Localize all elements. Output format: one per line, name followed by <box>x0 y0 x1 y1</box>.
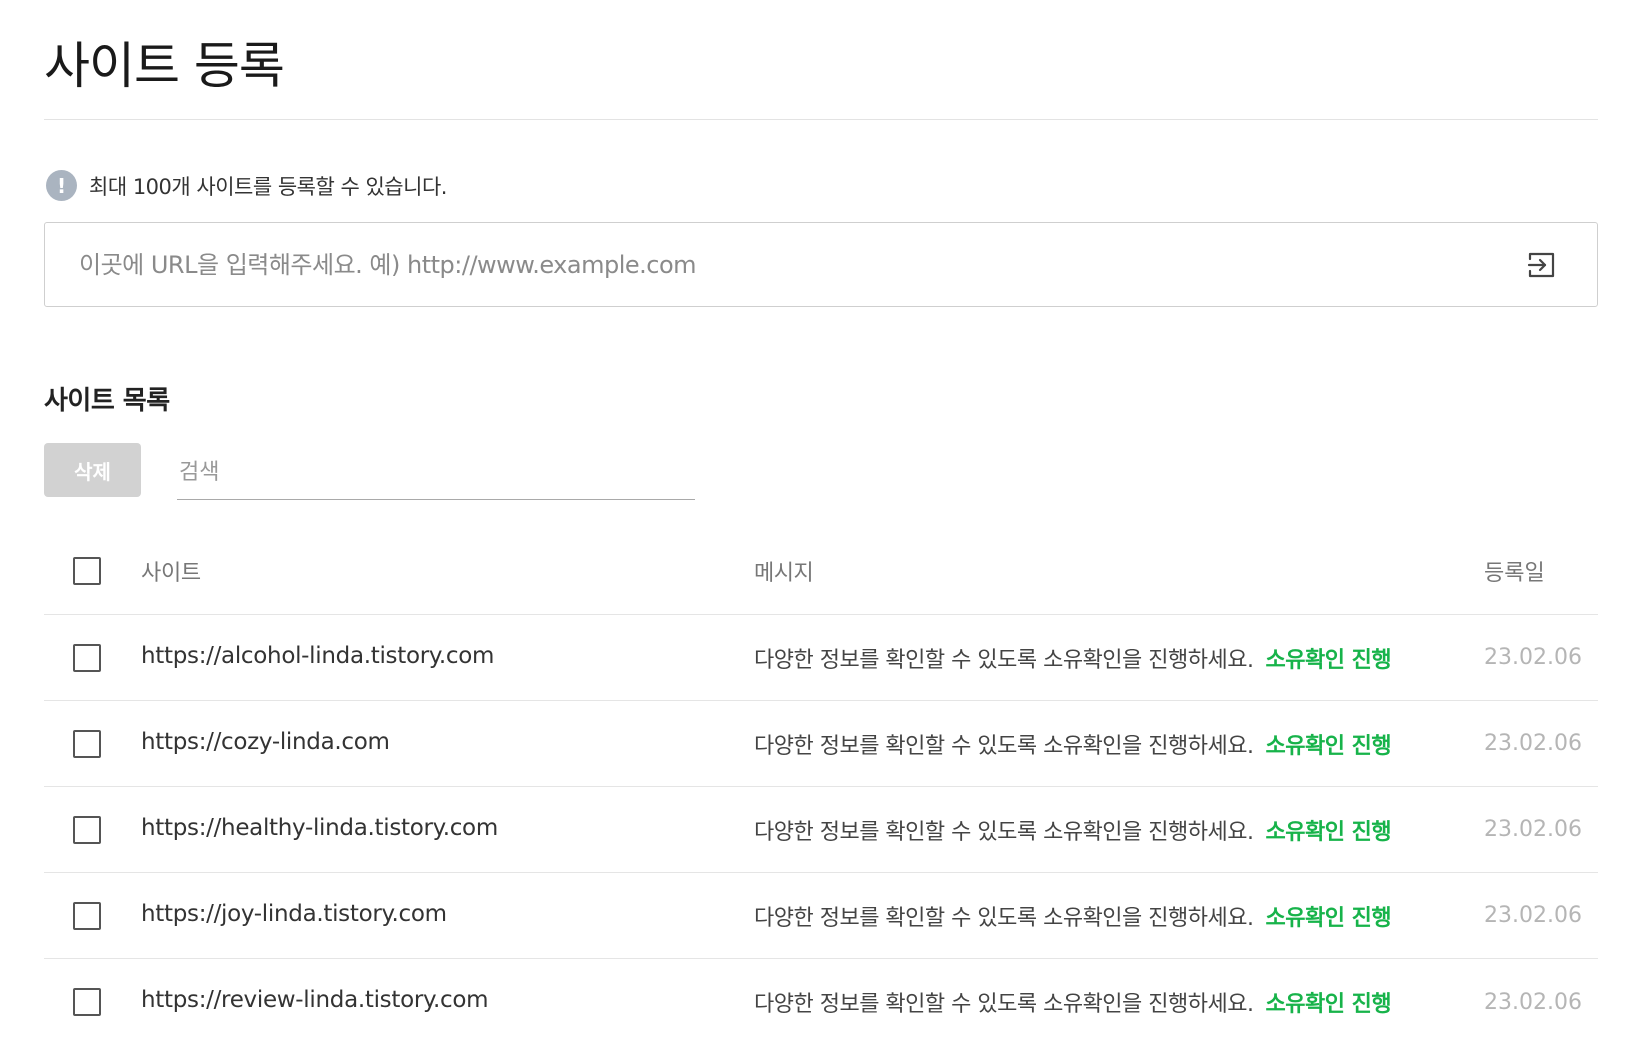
site-registration-page: 사이트 등록 ! 최대 100개 사이트를 등록할 수 있습니다. 사이트 목록… <box>0 0 1638 1042</box>
site-table: 사이트 메시지 등록일 https://alcohol-linda.tistor… <box>44 528 1598 1042</box>
notice: ! 최대 100개 사이트를 등록할 수 있습니다. <box>46 170 447 201</box>
column-header-date: 등록일 <box>1484 561 1545 586</box>
verify-ownership-link[interactable]: 소유확인 진행 <box>1265 900 1391 932</box>
url-input-box <box>44 222 1598 307</box>
verify-ownership-link[interactable]: 소유확인 진행 <box>1265 642 1391 674</box>
site-url: https://joy-linda.tistory.com <box>141 900 447 927</box>
row-checkbox[interactable] <box>73 902 101 930</box>
exclamation-icon: ! <box>46 170 77 201</box>
registration-date: 23.02.06 <box>1484 903 1582 928</box>
verify-ownership-link[interactable]: 소유확인 진행 <box>1265 986 1391 1018</box>
row-message: 다양한 정보를 확인할 수 있도록 소유확인을 진행하세요. 소유확인 진행 <box>754 873 1392 958</box>
column-header-site: 사이트 <box>141 561 201 586</box>
row-checkbox[interactable] <box>73 816 101 844</box>
table-row: https://joy-linda.tistory.com 다양한 정보를 확인… <box>44 873 1598 959</box>
site-url: https://cozy-linda.com <box>141 728 390 755</box>
delete-button[interactable]: 삭제 <box>44 443 141 497</box>
url-input[interactable] <box>45 223 1525 306</box>
registration-date: 23.02.06 <box>1484 989 1582 1015</box>
table-row: https://alcohol-linda.tistory.com 다양한 정보… <box>44 615 1598 701</box>
message-text: 다양한 정보를 확인할 수 있도록 소유확인을 진행하세요. <box>754 647 1254 673</box>
message-text: 다양한 정보를 확인할 수 있도록 소유확인을 진행하세요. <box>754 819 1254 845</box>
site-url: https://alcohol-linda.tistory.com <box>141 642 495 669</box>
row-checkbox[interactable] <box>73 730 101 758</box>
page-title: 사이트 등록 <box>44 37 285 95</box>
site-list-title: 사이트 목록 <box>44 386 170 416</box>
registration-date: 23.02.06 <box>1484 817 1582 842</box>
verify-ownership-link[interactable]: 소유확인 진행 <box>1265 728 1391 760</box>
row-checkbox[interactable] <box>73 988 101 1016</box>
row-checkbox[interactable] <box>73 644 101 672</box>
table-row: https://review-linda.tistory.com 다양한 정보를… <box>44 959 1598 1042</box>
title-divider <box>44 119 1598 120</box>
row-message: 다양한 정보를 확인할 수 있도록 소유확인을 진행하세요. 소유확인 진행 <box>754 615 1392 700</box>
message-text: 다양한 정보를 확인할 수 있도록 소유확인을 진행하세요. <box>754 992 1254 1017</box>
table-header: 사이트 메시지 등록일 <box>44 528 1598 615</box>
table-row: https://healthy-linda.tistory.com 다양한 정보… <box>44 787 1598 873</box>
enter-arrow-icon[interactable] <box>1525 248 1559 282</box>
site-url: https://healthy-linda.tistory.com <box>141 814 498 841</box>
notice-text: 최대 100개 사이트를 등록할 수 있습니다. <box>89 174 447 199</box>
verify-ownership-link[interactable]: 소유확인 진행 <box>1265 814 1391 846</box>
registration-date: 23.02.06 <box>1484 731 1582 756</box>
message-text: 다양한 정보를 확인할 수 있도록 소유확인을 진행하세요. <box>754 905 1254 931</box>
search-field <box>177 446 695 500</box>
site-url: https://review-linda.tistory.com <box>141 987 489 1013</box>
row-message: 다양한 정보를 확인할 수 있도록 소유확인을 진행하세요. 소유확인 진행 <box>754 787 1392 872</box>
search-input[interactable] <box>177 446 695 499</box>
registration-date: 23.02.06 <box>1484 645 1582 670</box>
table-row: https://cozy-linda.com 다양한 정보를 확인할 수 있도록… <box>44 701 1598 787</box>
row-message: 다양한 정보를 확인할 수 있도록 소유확인을 진행하세요. 소유확인 진행 <box>754 959 1392 1042</box>
row-message: 다양한 정보를 확인할 수 있도록 소유확인을 진행하세요. 소유확인 진행 <box>754 701 1392 786</box>
message-text: 다양한 정보를 확인할 수 있도록 소유확인을 진행하세요. <box>754 733 1254 759</box>
column-header-message: 메시지 <box>754 561 814 586</box>
select-all-checkbox[interactable] <box>73 557 101 585</box>
